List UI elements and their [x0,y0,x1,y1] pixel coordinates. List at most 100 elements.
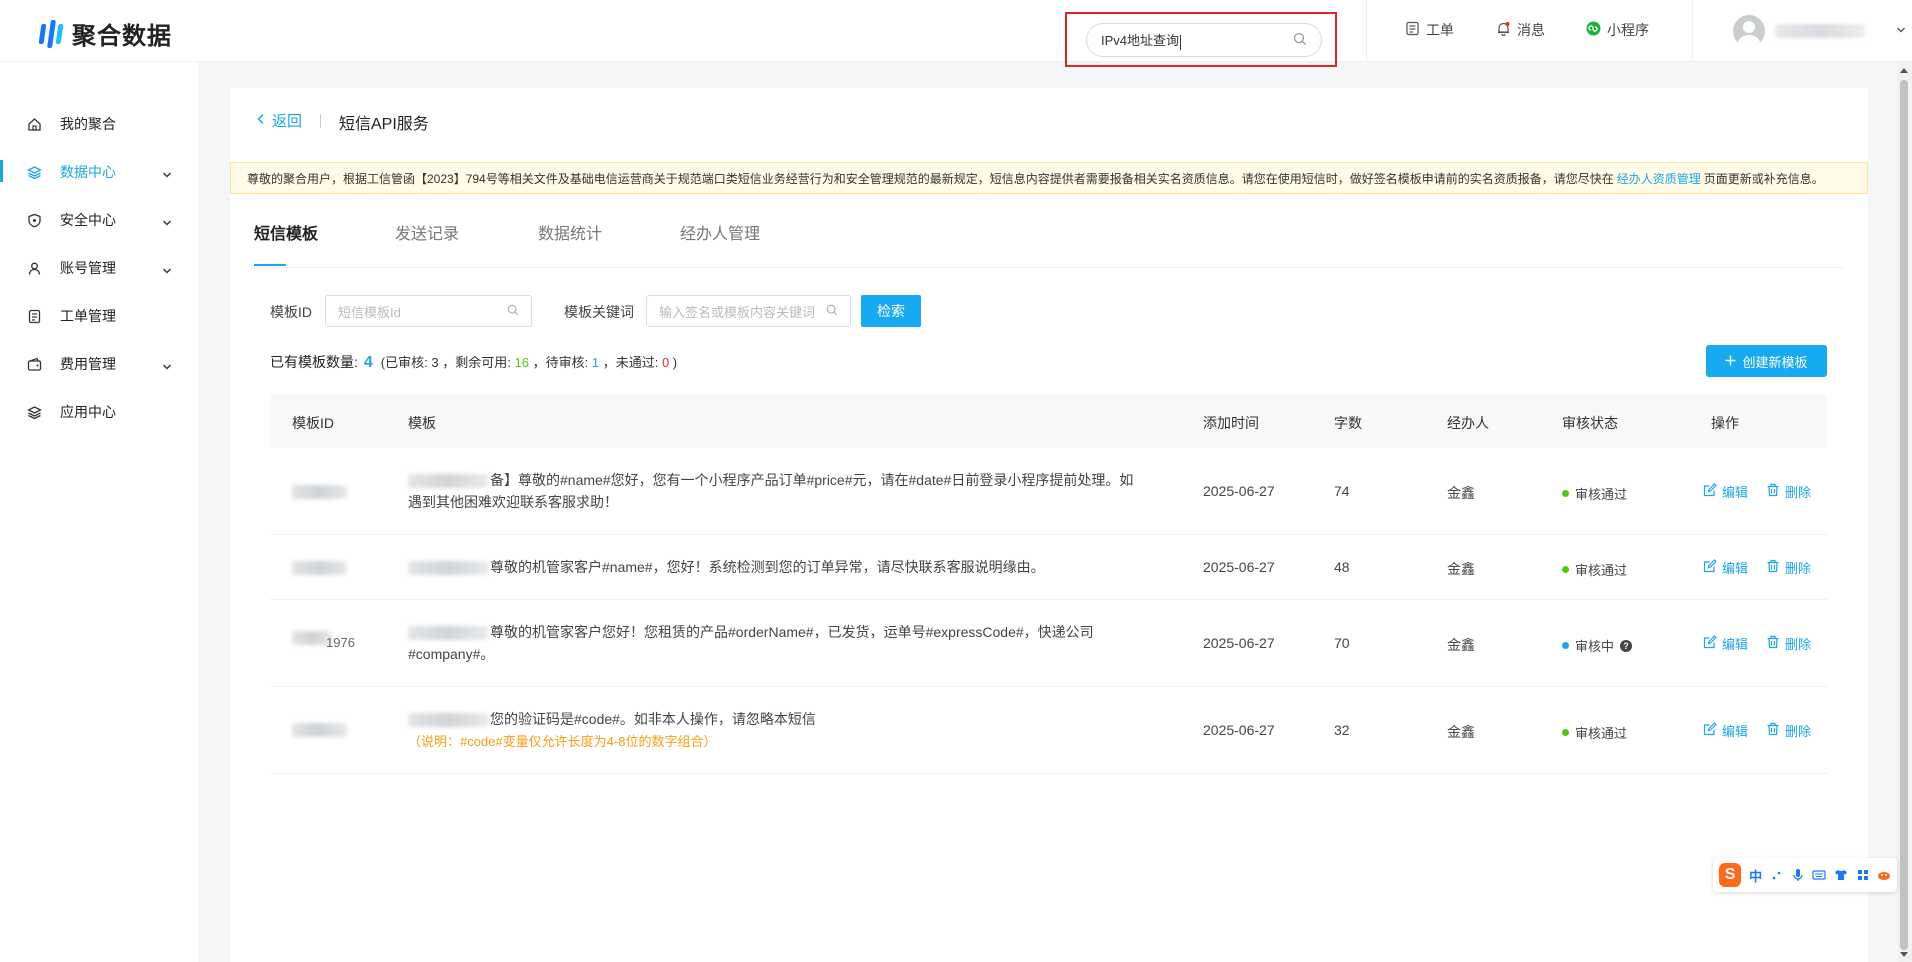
added-date: 2025-06-27 [1203,483,1275,499]
delete-button[interactable]: 删除 [1766,482,1811,501]
sidebar-item-account-management[interactable]: 账号管理 [0,248,198,288]
edit-label: 编辑 [1722,485,1749,500]
tab-sms-templates[interactable]: 短信模板 [254,220,318,268]
sidebar-item-data-center[interactable]: 数据中心 [0,152,198,192]
edit-button[interactable]: 编辑 [1703,558,1748,577]
signature-redacted [408,626,488,641]
messages-link[interactable]: 消息 [1496,20,1545,40]
sidebar-item-app-center[interactable]: 应用中心 [0,392,198,432]
notice-text: 尊敬的聚合用户，根据工信管函【2023】794号等相关文件及基础电信运营商关于规… [247,171,1614,186]
edit-button[interactable]: 编辑 [1703,721,1748,740]
edit-icon [1703,559,1717,576]
sidebar-item-billing[interactable]: 费用管理 [0,344,198,384]
sidebar-item-security-center[interactable]: 安全中心 [0,200,198,240]
count-pending-label: ，待审核: [532,355,589,370]
sidebar-item-my-juhe[interactable]: 我的聚合 [0,104,198,144]
scroll-down-arrow-icon[interactable] [1900,952,1908,957]
count-open: (已审核: [380,355,428,370]
edit-button[interactable]: 编辑 [1703,482,1748,501]
back-link[interactable]: 返回 [256,110,302,131]
template-count-summary: 已有模板数量: 4 (已审核: 3 ，剩余可用: 16 ，待审核: 1 ，未通过… [270,352,677,372]
tab-bar: 短信模板 发送记录 数据统计 经办人管理 [254,220,1844,268]
tab-statistics[interactable]: 数据统计 [538,220,602,268]
top-header: 聚合数据 IPv4地址查询 工单 消息 小程序 [0,0,1912,67]
delete-button[interactable]: 删除 [1766,721,1811,740]
column-header: 模板ID [292,415,334,431]
miniprogram-link[interactable]: 小程序 [1586,20,1649,40]
sogou-logo-icon[interactable]: S [1719,863,1742,887]
ime-toolbar: S 中 [1713,858,1897,892]
search-button[interactable]: 检索 [861,295,921,327]
page-scrollbar[interactable] [1897,62,1912,962]
added-date: 2025-06-27 [1203,559,1275,575]
brand-logo[interactable]: 聚合数据 [38,16,172,51]
user-menu[interactable] [1733,15,1907,47]
tab-handler-management[interactable]: 经办人管理 [680,220,760,268]
keyboard-icon[interactable] [1812,868,1826,882]
count-total: 4 [363,354,373,371]
column-header: 字数 [1334,415,1362,431]
delete-label: 删除 [1785,561,1812,576]
mascot-icon[interactable] [1877,868,1891,882]
table-row: 您的验证码是#code#。如非本人操作，请忽略本短信 （说明：#code#变量仅… [270,687,1827,774]
template-id-redacted [292,485,347,499]
ticket-link[interactable]: 工单 [1405,20,1454,40]
count-prefix: 已有模板数量: [270,354,358,370]
edit-button[interactable]: 编辑 [1703,634,1748,653]
delete-button[interactable]: 删除 [1766,634,1811,653]
count-pending: 1 [591,355,600,370]
row-actions: 编辑 删除 [1703,634,1811,653]
scrollbar-thumb[interactable] [1900,80,1908,950]
delete-button[interactable]: 删除 [1766,558,1811,577]
header-divider [1366,0,1367,62]
wallet-icon [26,356,42,372]
status-badge: 审核通过 [1562,484,1627,503]
tab-label: 短信模板 [254,226,319,243]
toolbox-grid-icon[interactable] [1856,868,1869,882]
tab-send-records[interactable]: 发送记录 [395,220,459,268]
count-rejected-label: ，未通过: [602,355,659,370]
ime-language-toggle[interactable]: 中 [1749,866,1762,885]
status-badge: 审核通过 [1562,560,1627,579]
avatar [1733,15,1765,47]
scroll-up-arrow-icon[interactable] [1900,68,1908,73]
sidebar-item-label: 数据中心 [60,164,116,180]
punctuation-icon[interactable] [1770,868,1783,882]
search-icon[interactable] [1293,32,1307,49]
miniprogram-label: 小程序 [1607,22,1649,38]
main-content: 返回 短信API服务 尊敬的聚合用户，根据工信管函【2023】794号等相关文件… [230,88,1868,962]
row-actions: 编辑 删除 [1703,482,1811,501]
microphone-icon[interactable] [1791,868,1804,882]
sidebar-item-label: 安全中心 [60,212,116,228]
keyword-label: 模板关键词 [564,304,634,320]
skin-shirt-icon[interactable] [1834,868,1848,882]
breadcrumb-divider [320,114,321,128]
delete-label: 删除 [1785,485,1812,500]
sidebar-item-ticket-management[interactable]: 工单管理 [0,296,198,336]
sidebar-item-label: 账号管理 [60,260,116,276]
edit-label: 编辑 [1722,724,1749,739]
table-header: 模板ID 模板 添加时间 字数 经办人 审核状态 操作 [270,394,1827,448]
count-approved: 3 [431,355,439,370]
count-detail: (已审核: 3 ，剩余可用: 16 ，待审核: 1 ，未通过: 0 ) [381,352,677,371]
messages-label: 消息 [1517,22,1545,38]
column-header: 模板 [408,415,436,431]
chevron-down-icon [162,215,172,226]
back-label: 返回 [272,113,303,130]
create-template-button[interactable]: 创建新模板 [1706,345,1827,377]
template-id-input[interactable]: 短信模板Id [325,295,532,327]
column-header: 添加时间 [1203,415,1259,431]
handler-name: 金鑫 [1447,637,1475,653]
bell-icon [1496,21,1511,39]
sidebar-item-label: 工单管理 [60,308,116,324]
global-search-input[interactable]: IPv4地址查询 [1086,23,1322,57]
template-text: 尊敬的机管家客户#name#，您好！系统检测到您的订单异常，请尽快联系客服说明缘… [490,559,1045,575]
help-icon[interactable]: ? [1620,639,1633,652]
added-date: 2025-06-27 [1203,635,1275,651]
table-row: 1976 尊敬的机管家客户您好！您租赁的产品#orderName#，已发货，运单… [270,600,1827,687]
notice-link[interactable]: 经办人资质管理 [1617,170,1701,187]
count-close: ) [672,355,678,370]
plus-icon [1725,354,1736,369]
keyword-input[interactable]: 输入签名或模板内容关键词 [646,295,851,327]
user-icon [26,260,42,276]
